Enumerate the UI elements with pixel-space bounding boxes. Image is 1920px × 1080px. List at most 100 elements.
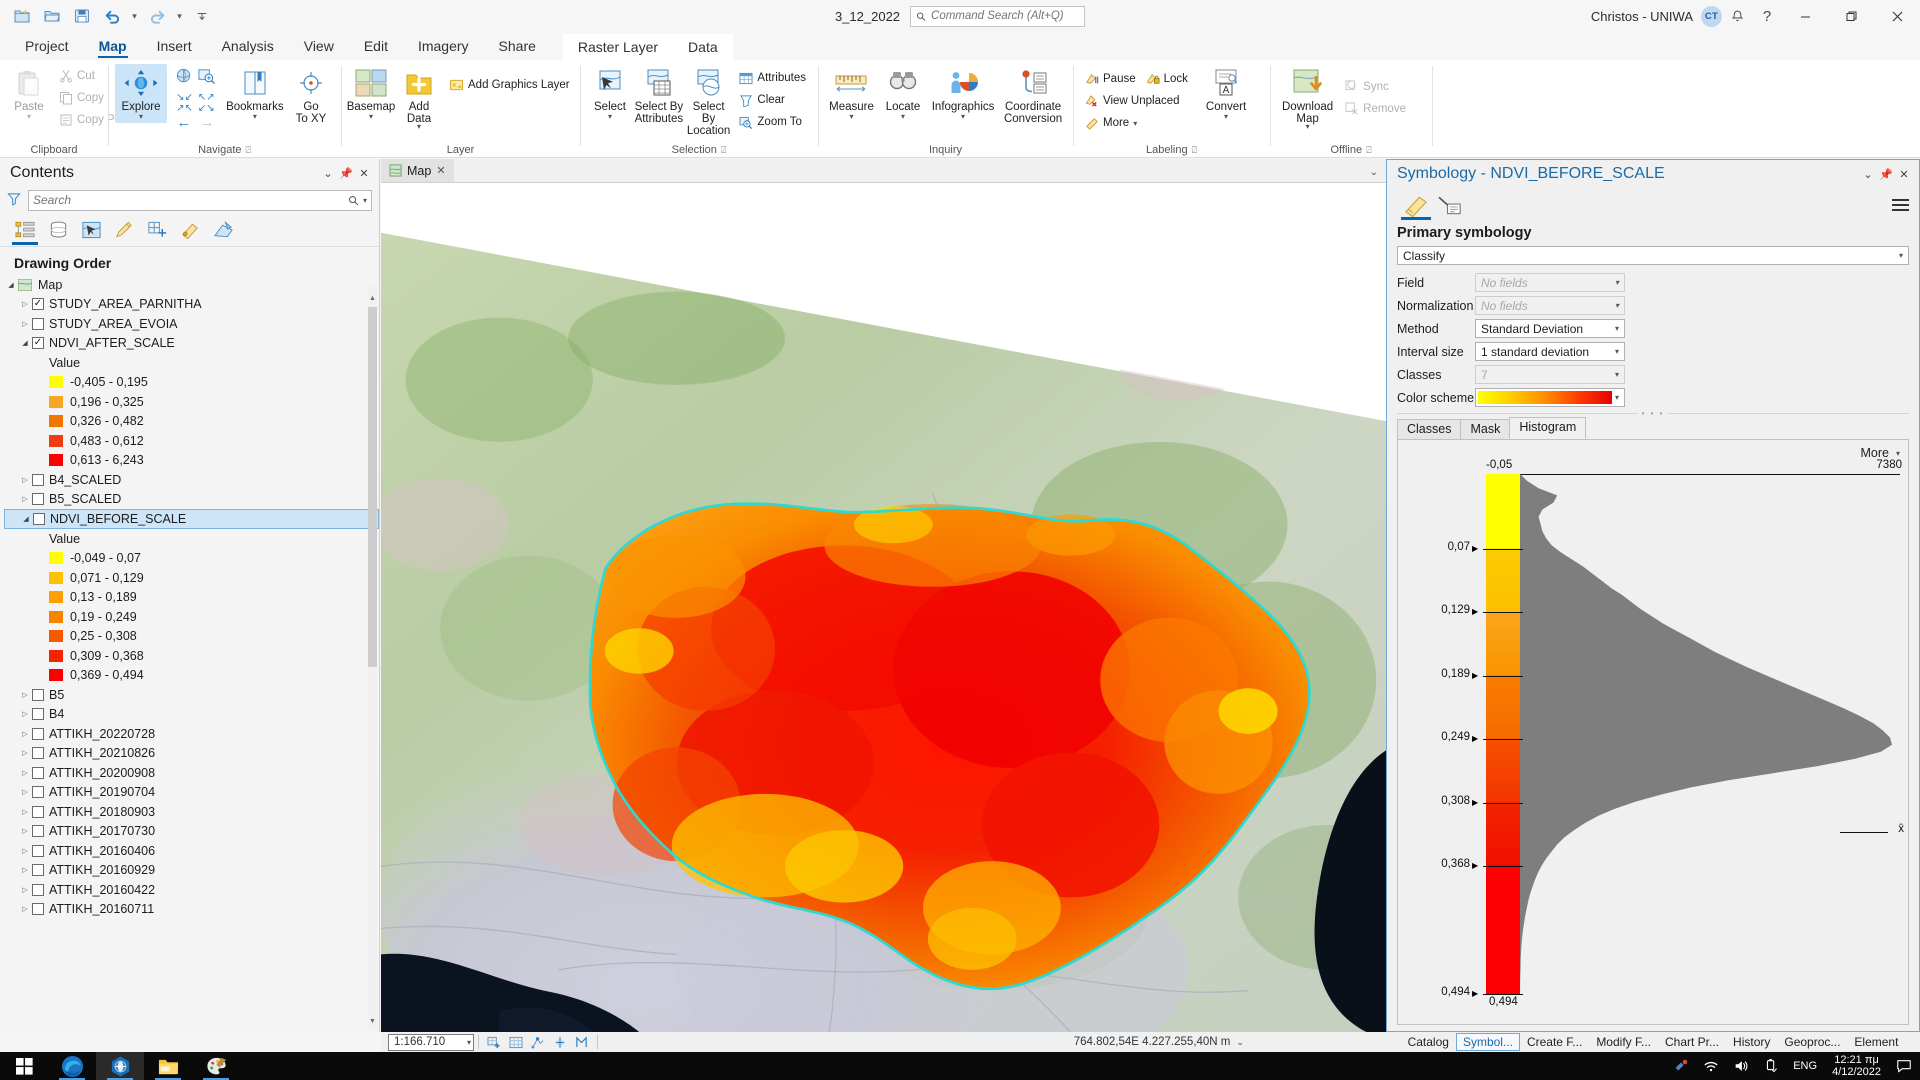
action-center-icon[interactable] [1890,1052,1918,1080]
expand-arrow-icon[interactable]: ▷ [18,749,32,757]
zoom-in-arrows-icon[interactable]: ↘↙ [176,92,193,103]
add-graphics-layer-button[interactable]: Add Graphics Layer [444,74,575,96]
dock-tab-geoprocessing[interactable]: Geoproc... [1777,1033,1847,1051]
infographics-button[interactable]: Infographics ▾ [928,64,998,123]
ribbon-tab-edit[interactable]: Edit [349,35,403,60]
download-map-dropdown-icon[interactable]: ▾ [1306,123,1310,131]
toc-layer-study_area_parnitha[interactable]: ▷ STUDY_AREA_PARNITHA [4,295,379,315]
toc-layer-attikh_20160711[interactable]: ▷ ATTIKH_20160711 [4,900,379,920]
list-by-data-source-icon[interactable] [43,216,73,244]
language-indicator[interactable]: ENG [1787,1060,1823,1072]
search-options-icon[interactable]: ▾ [363,196,367,205]
selection-dialog-launcher-icon[interactable]: ⍁ [721,145,726,156]
histogram-break-handle[interactable]: ▶ [1472,861,1478,870]
contents-close-icon[interactable]: ✕ [355,163,373,183]
dock-tab-modify-features[interactable]: Modify F... [1589,1033,1658,1051]
explore-button[interactable]: Explore ▾ [115,64,167,123]
convert-labels-dropdown-icon[interactable]: ▾ [1224,113,1228,121]
histogram-more-button[interactable]: More ▾ [1861,446,1901,460]
map-scale-box[interactable]: 1:166.710 ▾ [388,1033,474,1051]
ribbon-tab-imagery[interactable]: Imagery [403,35,484,60]
tab-classes[interactable]: Classes [1397,419,1462,439]
histogram-break-handle[interactable]: ▶ [1472,798,1478,807]
layer-visibility-checkbox[interactable] [32,337,44,350]
wifi-icon[interactable] [1697,1052,1725,1080]
layer-visibility-checkbox[interactable] [32,298,44,311]
primary-symbology-select[interactable]: Classify ▾ [1397,246,1909,265]
toc-layer-attikh_20160929[interactable]: ▷ ATTIKH_20160929 [4,861,379,881]
labeling-dialog-launcher-icon[interactable]: ⍁ [1192,145,1197,156]
expand-arrow-icon[interactable]: ▷ [18,300,32,308]
expand-arrow-icon[interactable]: ◢ [4,281,18,289]
toc-root-map[interactable]: ◢ Map [4,275,379,295]
symbology-splitter[interactable]: • • • [1387,408,1919,418]
list-by-drawing-order-icon[interactable] [10,216,40,245]
layer-visibility-checkbox[interactable] [32,473,44,486]
navigate-dialog-launcher-icon[interactable]: ⍁ [246,145,251,156]
help-icon[interactable]: ? [1752,1,1782,31]
view-unplaced-button[interactable]: View Unplaced [1080,90,1193,112]
histogram-chart[interactable]: -0,05 7380 0,07 ▶ 0,129 ▶ 0,189 ▶ 0,249 ▶ 0,308 ▶ 0,… [1398,459,1908,1020]
classes-select[interactable]: 7 ▾ [1475,365,1625,384]
list-by-snapping-icon[interactable] [142,216,172,244]
pause-labeling-button[interactable]: Pause [1080,68,1141,90]
map-tab-close-icon[interactable]: ✕ [436,164,445,177]
histogram-break-handle[interactable]: ▶ [1472,671,1478,680]
symbology-variables-icon[interactable] [1433,190,1467,220]
layer-visibility-checkbox[interactable] [32,903,44,916]
remove-offline-button[interactable]: Remove [1340,98,1411,120]
toc-layer-attikh_20160422[interactable]: ▷ ATTIKH_20160422 [4,880,379,900]
select-button[interactable]: Select ▾ [587,64,633,123]
start-button-icon[interactable] [0,1052,48,1080]
layer-visibility-checkbox[interactable] [32,688,44,701]
contents-search-box[interactable]: ▾ [28,189,372,211]
layer-visibility-checkbox[interactable] [32,727,44,740]
legend-item[interactable]: -0,405 - 0,195 [4,373,379,393]
ribbon-tab-map[interactable]: Map [84,35,142,60]
expand-arrow-icon[interactable]: ▷ [18,476,32,484]
legend-item[interactable]: 0,071 - 0,129 [4,568,379,588]
expand-arrow-icon[interactable]: ▷ [18,769,32,777]
legend-item[interactable]: 0,309 - 0,368 [4,646,379,666]
bookmarks-dropdown-icon[interactable]: ▾ [253,113,257,121]
basemap-dropdown-icon[interactable]: ▾ [369,113,373,121]
legend-item[interactable]: 0,326 - 0,482 [4,412,379,432]
layer-visibility-checkbox[interactable] [32,825,44,838]
toc-layer-attikh_20160406[interactable]: ▷ ATTIKH_20160406 [4,841,379,861]
legend-item[interactable]: 0,483 - 0,612 [4,431,379,451]
toc-layer-b5_scaled[interactable]: ▷ B5_SCALED [4,490,379,510]
ribbon-tab-project[interactable]: Project [10,35,84,60]
layer-visibility-checkbox[interactable] [32,864,44,877]
close-button[interactable] [1874,0,1920,32]
layer-visibility-checkbox[interactable] [33,513,45,525]
legend-item[interactable]: 0,19 - 0,249 [4,607,379,627]
layer-visibility-checkbox[interactable] [32,805,44,818]
command-search[interactable] [910,5,1086,27]
expand-arrow-icon[interactable]: ▷ [18,495,32,503]
toc-layer-attikh_20210826[interactable]: ▷ ATTIKH_20210826 [4,744,379,764]
dock-tab-element[interactable]: Element [1847,1033,1905,1051]
usb-eject-icon[interactable] [1757,1052,1785,1080]
expand-arrow-icon[interactable]: ▷ [18,905,32,913]
expand-arrow-icon[interactable]: ▷ [18,886,32,894]
legend-item[interactable]: -0,049 - 0,07 [4,549,379,569]
snapping-icon[interactable] [527,1033,549,1051]
ribbon-tab-raster-layer[interactable]: Raster Layer [563,36,673,60]
expand-arrow-icon[interactable]: ▷ [18,847,32,855]
new-project-icon[interactable] [8,3,36,29]
legend-item[interactable]: 0,25 - 0,308 [4,627,379,647]
select-by-attributes-button[interactable]: Select By Attributes [635,64,683,127]
more-labeling-button[interactable]: More ▾ [1080,112,1193,134]
expand-arrow-icon[interactable]: ▷ [18,730,32,738]
volume-icon[interactable] [1727,1052,1755,1080]
symbology-format-icon[interactable] [1399,190,1433,220]
layer-visibility-checkbox[interactable] [32,317,44,330]
contents-scrollbar[interactable]: ▲ ▼ [368,285,377,1028]
full-extent-icon[interactable] [175,67,194,89]
more-labeling-dropdown-icon[interactable]: ▾ [1133,119,1137,128]
tab-histogram[interactable]: Histogram [1509,417,1587,439]
save-project-icon[interactable] [68,3,96,29]
symbology-close-icon[interactable]: ✕ [1895,164,1913,184]
next-extent-icon[interactable]: → [199,115,214,130]
symbology-options-menu-icon[interactable] [1892,199,1909,211]
